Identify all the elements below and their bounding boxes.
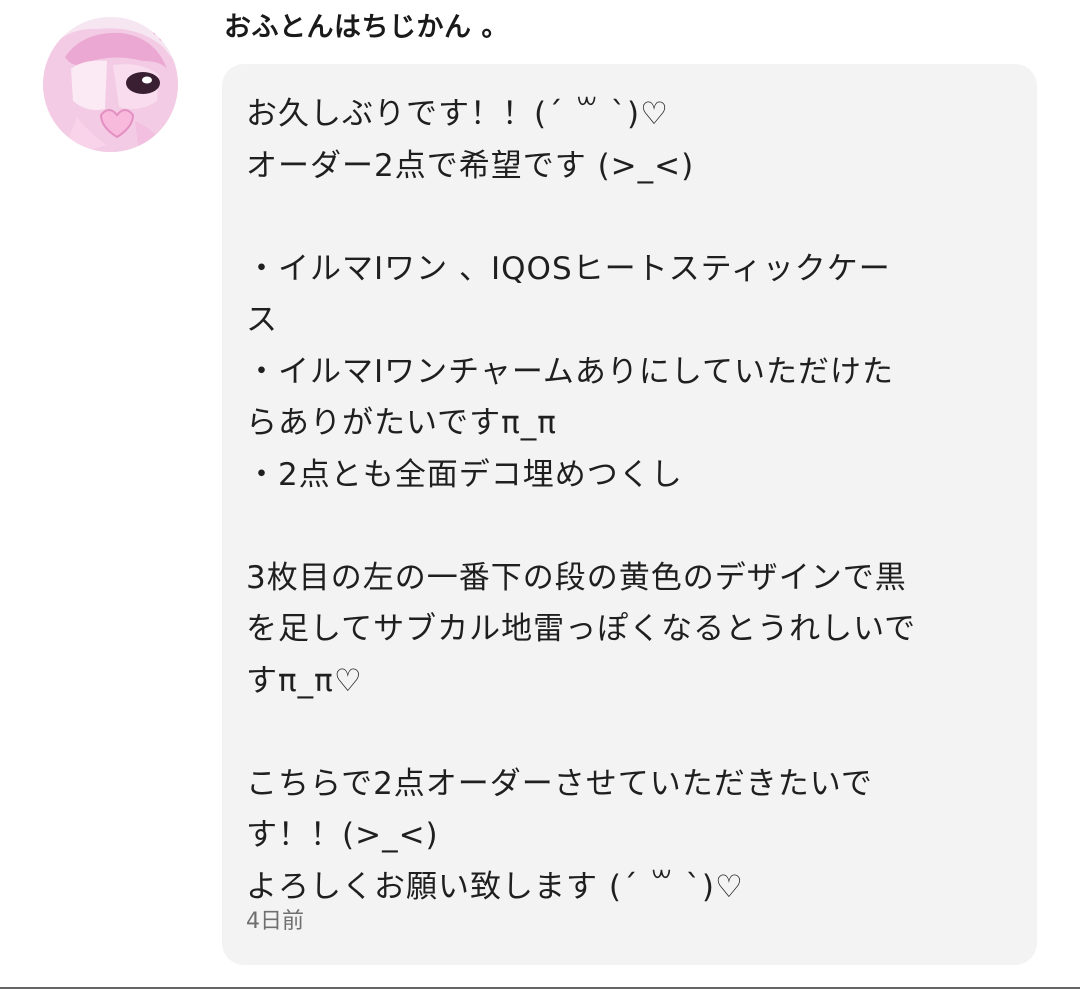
chat-message-row: おふとんはちじかん 。 お久しぶりです！！(ˊ ꒳ ˋ)♡ オーダー2点で希望で… bbox=[0, 0, 1080, 989]
message-line: を足してサブカル地雷っぽくなるとうれしいで bbox=[246, 611, 917, 647]
message-line: すπ_π♡ bbox=[246, 662, 363, 699]
message-line: ・イルマIワンチャームありにしていただけた bbox=[246, 353, 894, 390]
avatar-illustration-icon bbox=[43, 17, 178, 152]
message-line: ・2点とも全面デコ埋めつくし bbox=[246, 456, 683, 493]
message-body: お久しぶりです！！(ˊ ꒳ ˋ)♡ オーダー2点で希望です (>_<) ・イルマ… bbox=[246, 89, 1016, 913]
message-bubble: お久しぶりです！！(ˊ ꒳ ˋ)♡ オーダー2点で希望です (>_<) ・イルマ… bbox=[222, 64, 1037, 965]
message-line: ス bbox=[246, 302, 278, 338]
message-line bbox=[246, 501, 1016, 553]
sender-name[interactable]: おふとんはちじかん 。 bbox=[224, 8, 509, 48]
message-line: オーダー2点で希望です (>_<) bbox=[246, 147, 695, 184]
message-line: す！！(>_<) bbox=[246, 817, 439, 853]
sender-avatar[interactable] bbox=[43, 17, 178, 152]
message-line: お久しぶりです！！(ˊ ꒳ ˋ)♡ bbox=[246, 96, 669, 132]
message-line bbox=[246, 192, 1016, 244]
message-line: こちらで2点オーダーさせていただきたいで bbox=[246, 765, 873, 802]
message-line: 3枚目の左の一番下の段の黄色のデザインで黒 bbox=[246, 559, 907, 596]
message-line: よろしくお願い致します (ˊ ꒳ ˋ)♡ bbox=[246, 868, 744, 905]
message-line: ・イルマIワン 、IQOSヒートスティックケー bbox=[246, 250, 891, 287]
message-line: らありがたいですπ_π bbox=[246, 405, 557, 441]
message-timestamp: 4日前 bbox=[246, 909, 304, 934]
message-line bbox=[246, 707, 1016, 759]
